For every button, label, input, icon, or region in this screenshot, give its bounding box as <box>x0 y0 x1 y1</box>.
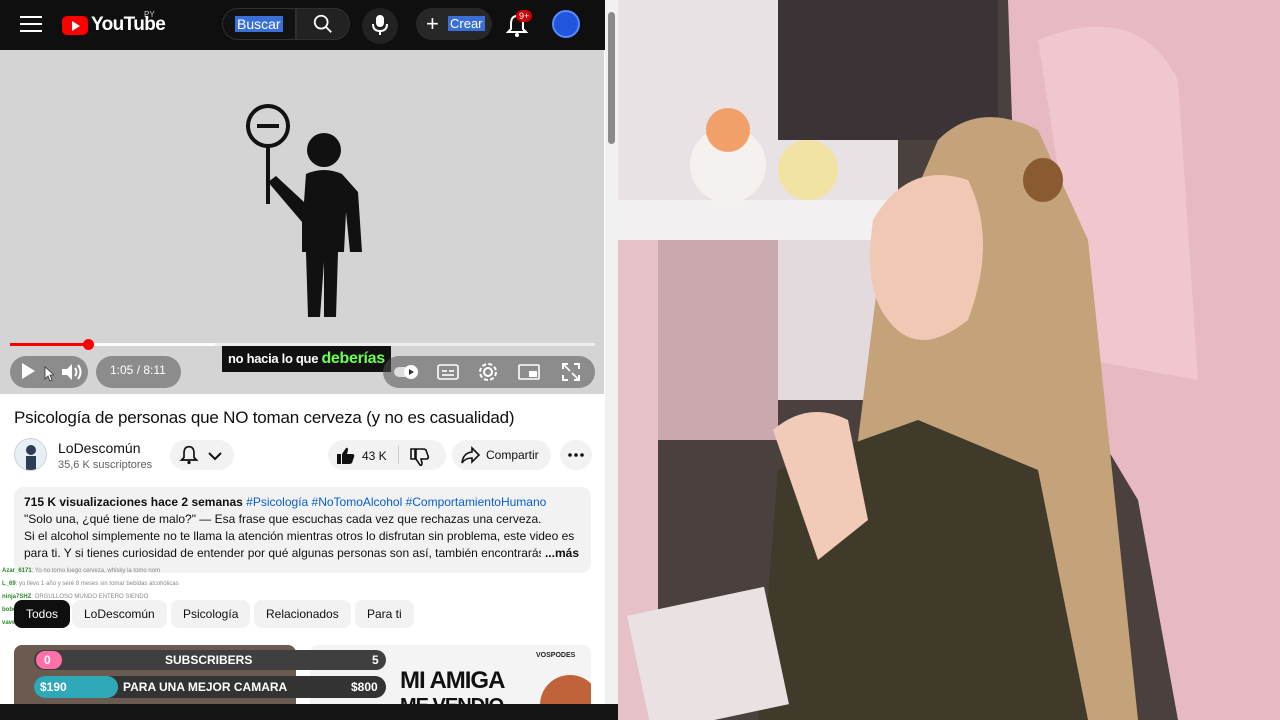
share-button[interactable]: Compartir <box>452 440 551 470</box>
seek-handle[interactable] <box>83 339 95 350</box>
stream-layout: YouTube PY Buscar + Crear 9+ 1:05 / 8:11… <box>0 0 1280 720</box>
time-display: 1:05 / 8:11 <box>110 363 166 377</box>
chip-channel[interactable]: LoDescomún <box>72 600 167 628</box>
country-code: PY <box>144 10 155 19</box>
youtube-header: YouTube PY Buscar + Crear 9+ <box>0 0 606 50</box>
donation-amount: $190 <box>40 680 67 694</box>
share-label: Compartir <box>486 448 539 462</box>
settings-gear-icon[interactable] <box>477 361 499 383</box>
subscriber-goal-count: 0 <box>44 653 51 667</box>
chat-message: L_69: yo llevo 1 año y seré 8 meses sin … <box>2 581 179 587</box>
create-label: Crear <box>448 16 485 31</box>
microphone-icon <box>372 15 388 35</box>
autoplay-toggle-icon[interactable] <box>393 364 421 380</box>
page-scrollbar[interactable] <box>605 0 618 704</box>
video-player[interactable]: 1:05 / 8:11 no hacia lo que deberías <box>0 50 604 394</box>
create-button[interactable]: + Crear <box>416 8 492 40</box>
donation-label: PARA UNA MEJOR CAMARA <box>123 680 288 694</box>
thumbnail-person <box>540 675 591 704</box>
fullscreen-icon[interactable] <box>561 362 581 382</box>
voice-search-button[interactable] <box>362 8 398 44</box>
description-line-3: para ti. Y si tienes curiosidad de enten… <box>24 546 545 560</box>
thumbs-down-icon[interactable] <box>410 447 430 467</box>
subscriber-count: 35,6 K suscriptores <box>58 459 153 471</box>
search-label: Buscar <box>235 16 283 32</box>
like-count: 43 K <box>362 449 387 463</box>
subtitles-icon[interactable] <box>437 363 459 381</box>
subscriber-goal-bar: 0 SUBSCRIBERS 5 <box>34 650 386 670</box>
youtube-panel: YouTube PY Buscar + Crear 9+ 1:05 / 8:11… <box>0 0 606 704</box>
plus-icon: + <box>426 11 439 36</box>
more-actions-button[interactable] <box>560 440 592 470</box>
chip-todos[interactable]: Todos <box>14 600 71 628</box>
buffered-progress <box>88 343 215 346</box>
chevron-down-icon <box>208 452 222 461</box>
search-button[interactable] <box>296 8 350 40</box>
bottom-strip <box>0 704 618 720</box>
bell-icon <box>179 445 199 465</box>
hashtags[interactable]: #Psicología #NoTomoAlcohol #Comportamien… <box>246 495 546 509</box>
played-progress <box>10 343 89 346</box>
chip-relacionados[interactable]: Relacionados <box>254 600 351 628</box>
youtube-logo[interactable]: YouTube PY <box>62 10 166 36</box>
donation-goal-bar: $190 PARA UNA MEJOR CAMARA $800 <box>34 676 386 698</box>
channel-avatar-figure-icon <box>26 445 36 470</box>
description-line-2: Si el alcohol simplemente no te llama la… <box>24 529 575 543</box>
video-title: Psicología de personas que NO toman cerv… <box>14 408 515 427</box>
hamburger-menu-icon[interactable] <box>20 16 42 34</box>
play-icon[interactable] <box>22 363 35 379</box>
channel-avatar[interactable] <box>14 438 47 471</box>
caption-plain: no hacia lo que <box>228 351 319 366</box>
chip-psicologia[interactable]: Psicología <box>171 600 251 628</box>
more-dots-icon <box>568 453 584 457</box>
person-holding-minus-sign-illustration <box>246 104 362 317</box>
notification-bell-dropdown[interactable] <box>170 440 234 470</box>
mouse-cursor-icon <box>44 366 54 382</box>
scrollbar-thumb[interactable] <box>608 12 615 144</box>
channel-name[interactable]: LoDescomún <box>58 440 141 456</box>
youtube-play-logo-icon <box>62 15 88 35</box>
like-divider <box>398 446 399 464</box>
upload-age: hace 2 semanas <box>150 495 243 509</box>
thumbs-up-icon[interactable] <box>336 446 356 466</box>
thumbnail-headline-2: ME VENDIO <box>400 695 504 704</box>
subscriber-goal-target: 5 <box>372 653 379 667</box>
webcam-scene <box>618 0 1280 720</box>
caption-highlight: deberías <box>321 350 385 367</box>
donation-goal: $800 <box>351 680 378 694</box>
volume-icon[interactable] <box>60 362 84 382</box>
thumbnail-headline: MI AMIGA <box>400 667 505 694</box>
view-count: 715 K visualizaciones <box>24 495 148 509</box>
account-avatar[interactable] <box>552 10 580 38</box>
miniplayer-icon[interactable] <box>518 363 540 381</box>
chat-message: Azar_6171: Yo no tomo luego cerveza, whi… <box>2 568 161 574</box>
show-more-link[interactable]: ...más <box>540 545 579 562</box>
chip-para-ti[interactable]: Para ti <box>355 600 414 628</box>
search-icon <box>313 14 332 33</box>
description-box[interactable]: 715 K visualizaciones hace 2 semanas #Ps… <box>14 487 591 573</box>
webcam-feed <box>618 0 1280 720</box>
subscriber-goal-label: SUBSCRIBERS <box>165 653 253 667</box>
share-arrow-icon <box>461 446 481 464</box>
description-line-1: "Solo una, ¿qué tiene de malo?" — Esa fr… <box>24 512 542 526</box>
thumbnail-brand: VOSPODES <box>536 652 576 659</box>
search-input[interactable]: Buscar <box>222 8 296 40</box>
notification-count-badge: 9+ <box>516 10 533 22</box>
caption-text: no hacia lo que deberías <box>222 346 391 372</box>
